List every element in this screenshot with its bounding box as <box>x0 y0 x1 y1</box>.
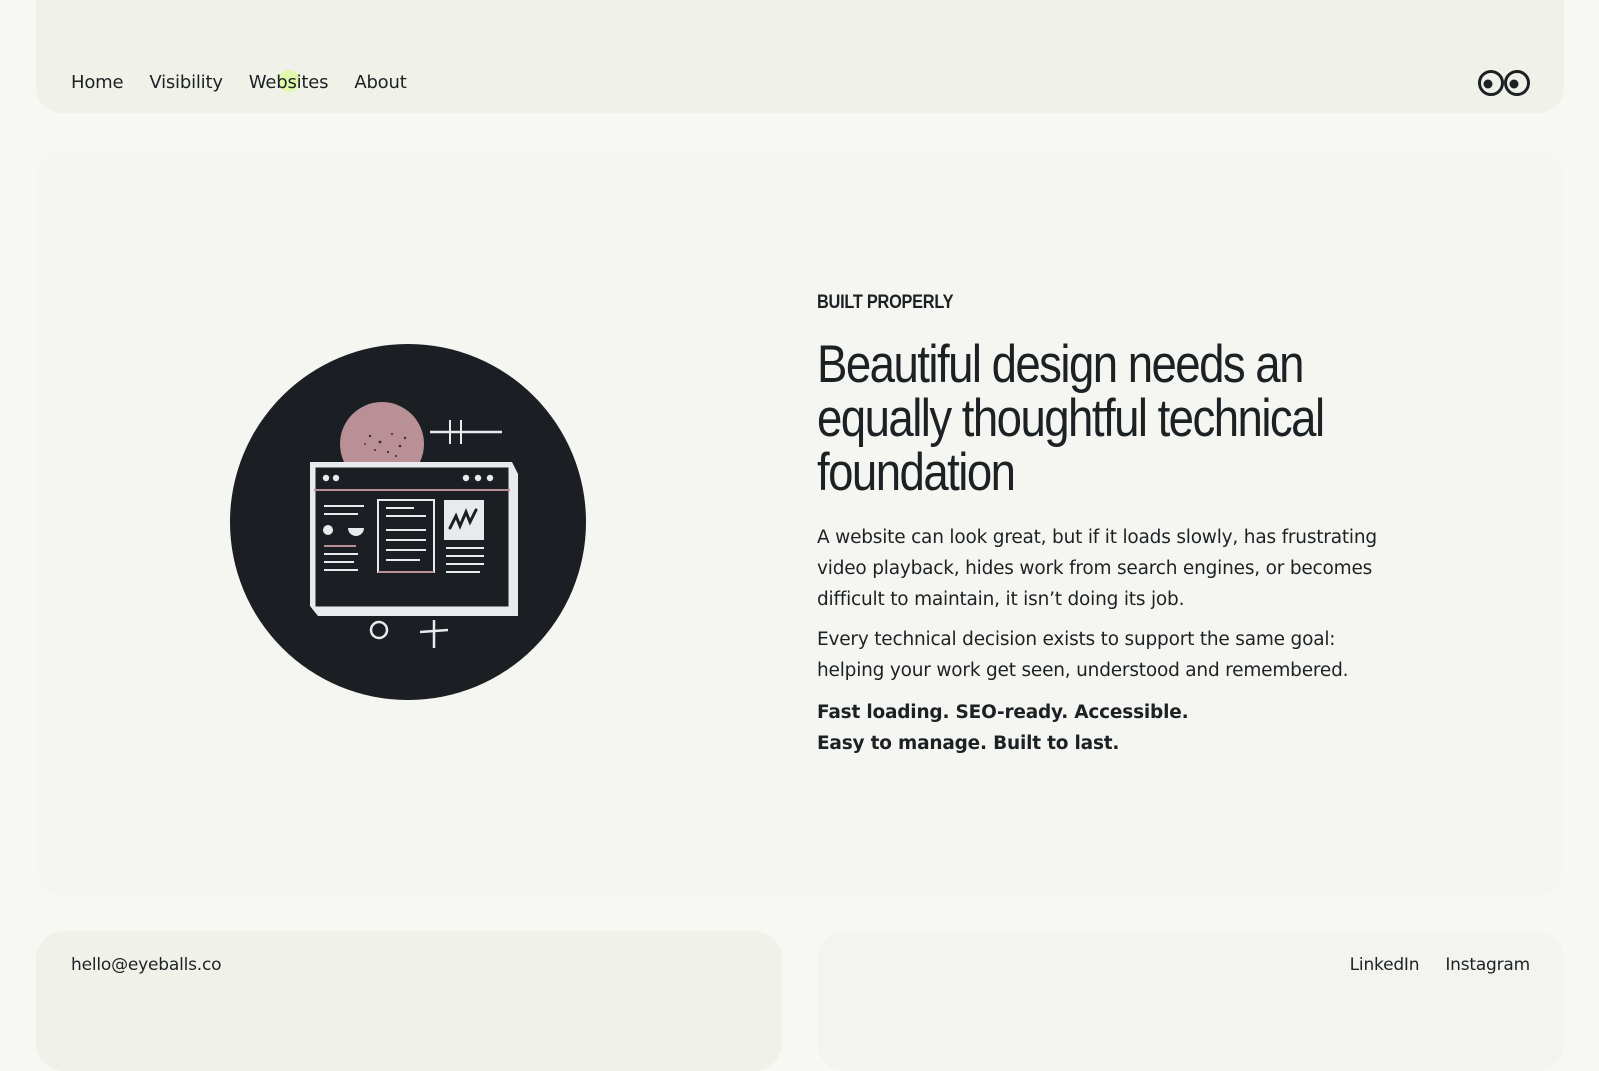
tagline-line-2: Easy to manage. Built to last. <box>817 733 1120 754</box>
instagram-link[interactable]: Instagram <box>1445 955 1530 975</box>
hero-copy: BUILT PROPERLY Beautiful design needs an… <box>817 292 1377 768</box>
linkedin-link[interactable]: LinkedIn <box>1350 955 1420 975</box>
eyebrow-label: BUILT PROPERLY <box>817 292 954 313</box>
intro-paragraph: A website can look great, but if it load… <box>817 527 1377 610</box>
nav-item-visibility[interactable]: Visibility <box>149 72 223 93</box>
main-nav: Home Visibility Websites About <box>71 70 407 93</box>
footer-contact-panel: hello@eyeballs.co <box>36 931 782 1071</box>
nav-item-websites-wrapper: Websites <box>249 70 329 93</box>
website-browser-illustration-icon <box>230 344 586 700</box>
nav-item-about[interactable]: About <box>354 72 406 93</box>
email-link[interactable]: hello@eyeballs.co <box>71 955 222 975</box>
tagline: Fast loading. SEO-ready. Accessible. Eas… <box>817 697 1377 759</box>
footer-social-panel: LinkedIn Instagram <box>817 931 1564 1071</box>
hero-section: BUILT PROPERLY Beautiful design needs an… <box>36 150 1564 896</box>
eyeballs-logo-icon[interactable] <box>1478 68 1530 98</box>
social-links: LinkedIn Instagram <box>1350 955 1531 975</box>
tagline-line-1: Fast loading. SEO-ready. Accessible. <box>817 702 1189 723</box>
nav-item-home[interactable]: Home <box>71 72 124 93</box>
top-navigation-bar: Home Visibility Websites About <box>36 0 1564 113</box>
page-title: Beautiful design needs an equally though… <box>817 335 1325 502</box>
nav-item-websites[interactable]: Websites <box>249 72 329 93</box>
goal-paragraph: Every technical decision exists to suppo… <box>817 629 1349 681</box>
